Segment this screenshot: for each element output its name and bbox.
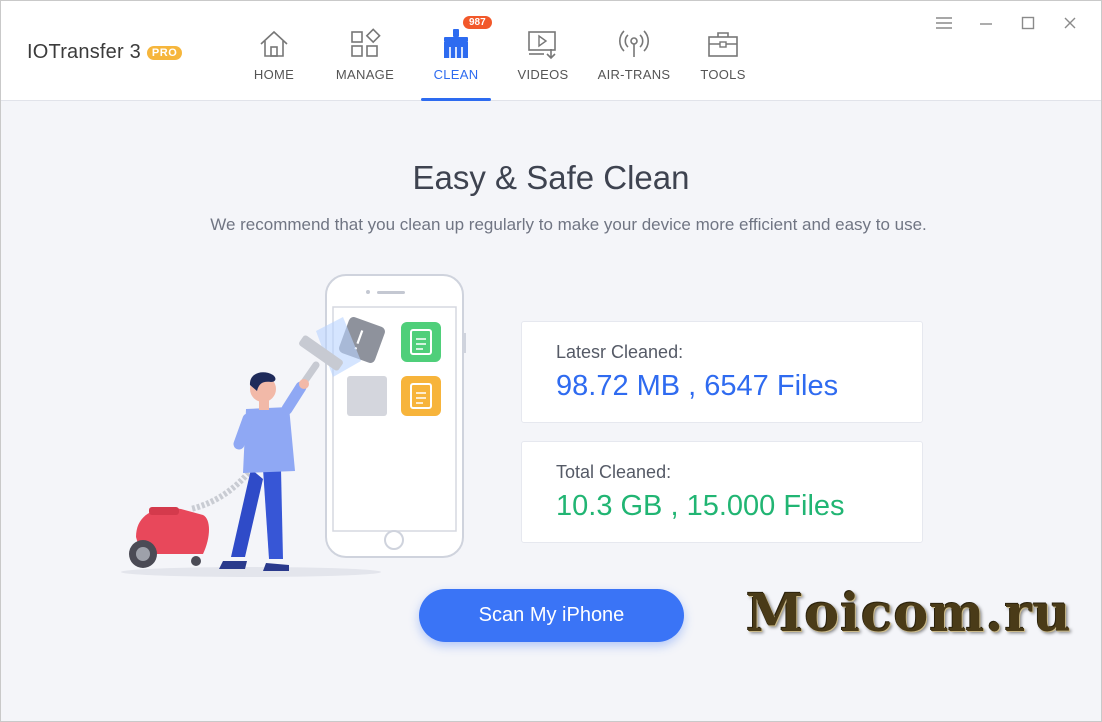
latest-cleaned-card: Latesr Cleaned: 98.72 MB , 6547 Files	[521, 321, 923, 423]
total-cleaned-label: Total Cleaned:	[556, 462, 672, 482]
tab-tools-label: TOOLS	[700, 67, 746, 82]
phone-illustration	[325, 274, 466, 558]
tab-manage-label: MANAGE	[335, 67, 395, 82]
window-controls	[923, 11, 1091, 35]
top-bar: IOTransfer 3 PRO HOME MANAGE 987 CLEAN V…	[1, 1, 1101, 101]
app-title: IOTransfer 3	[27, 41, 141, 63]
latest-cleaned-value: 98.72 MB , 6547 Files	[556, 370, 839, 402]
home-icon	[260, 30, 288, 57]
tab-tools[interactable]: TOOLS	[678, 1, 768, 101]
tab-home[interactable]: HOME	[229, 1, 319, 101]
maximize-button[interactable]	[1007, 11, 1049, 35]
tab-clean[interactable]: 987 CLEAN	[411, 1, 501, 101]
pro-badge: PRO	[146, 45, 183, 60]
tab-manage[interactable]: MANAGE	[320, 1, 410, 101]
app-window: IOTransfer 3 PRO HOME MANAGE 987 CLEAN V…	[0, 0, 1102, 722]
wireless-icon	[619, 30, 649, 57]
total-cleaned-card: Total Cleaned: 10.3 GB , 15.000 Files	[521, 441, 923, 543]
latest-cleaned-label: Latesr Cleaned:	[556, 342, 684, 362]
page-title: Easy & Safe Clean	[412, 159, 690, 196]
tab-home-label: HOME	[253, 67, 295, 82]
vacuum-illustration	[129, 507, 209, 568]
tab-air-trans[interactable]: AIR-TRANS	[589, 1, 679, 101]
person-illustration	[219, 372, 309, 571]
clean-count-badge: 987	[463, 16, 492, 29]
close-button[interactable]	[1049, 11, 1091, 35]
tab-videos-label: VIDEOS	[517, 67, 569, 82]
watermark: Moicom.ru	[746, 583, 1072, 644]
tab-air-trans-label: AIR-TRANS	[597, 67, 671, 82]
menu-icon	[936, 17, 952, 29]
minimize-icon	[980, 23, 992, 25]
brand: IOTransfer 3 PRO	[27, 41, 183, 64]
minimize-button[interactable]	[965, 11, 1007, 35]
scan-my-iphone-button[interactable]: Scan My iPhone	[419, 589, 684, 642]
tab-clean-label: CLEAN	[433, 67, 479, 82]
broom-icon	[444, 29, 468, 58]
active-tab-indicator	[421, 98, 491, 101]
toolbox-icon	[708, 32, 738, 57]
video-download-icon	[528, 31, 556, 60]
page-subtitle: We recommend that you clean up regularly…	[210, 215, 927, 234]
close-icon	[1064, 17, 1076, 29]
tab-videos[interactable]: VIDEOS	[498, 1, 588, 101]
manage-grid-icon	[351, 28, 381, 57]
menu-button[interactable]	[923, 11, 965, 35]
cleaning-illustration	[121, 274, 466, 577]
total-cleaned-value: 10.3 GB , 15.000 Files	[556, 490, 845, 522]
maximize-icon	[1021, 16, 1035, 30]
